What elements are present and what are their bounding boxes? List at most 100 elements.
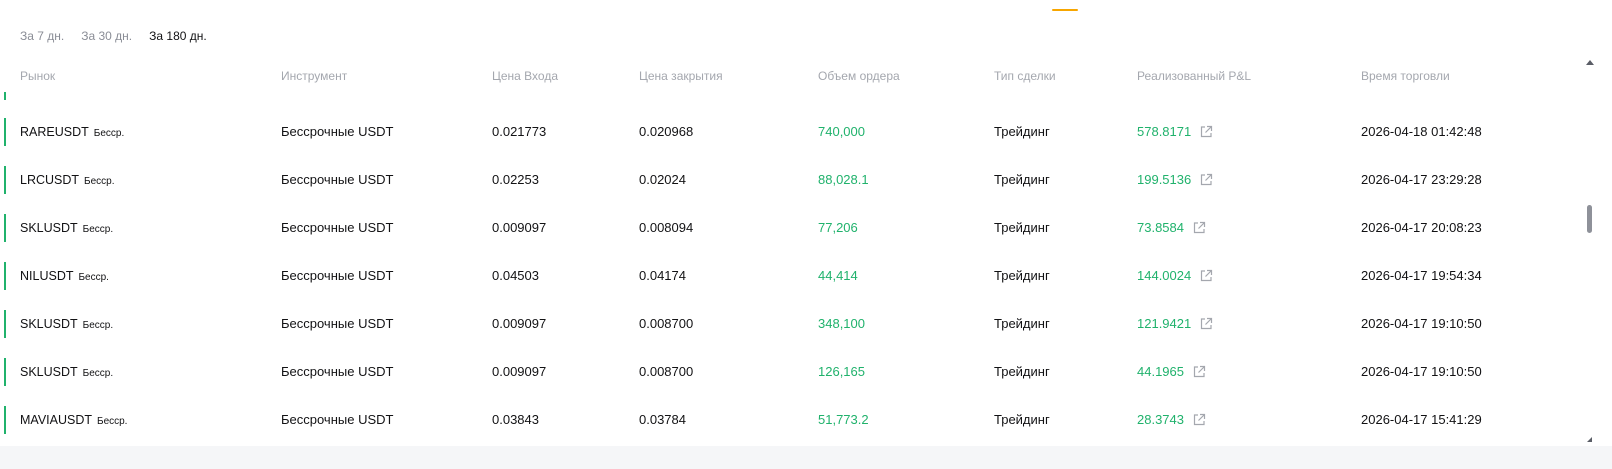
column-header-entry-price: Цена Входа [492, 69, 559, 83]
perpetual-badge: Бесср. [93, 128, 125, 139]
active-tab-indicator [1052, 9, 1078, 11]
external-link-icon[interactable] [1192, 221, 1206, 235]
trade-type-cell: Трейдинг [994, 220, 1050, 235]
trade-time-cell: 2026-04-17 20:08:23 [1361, 220, 1482, 235]
perpetual-badge: Бесср. [82, 224, 114, 235]
realized-pnl-cell: 121.9421 [1137, 316, 1213, 332]
tab-7-days[interactable]: За 7 дн. [20, 29, 64, 43]
perpetual-badge: Бесср. [97, 416, 128, 427]
entry-price-cell: 0.009097 [492, 364, 547, 379]
realized-pnl-cell: 28.3743 [1137, 412, 1206, 428]
order-volume-cell: 88,028.1 [818, 172, 869, 187]
entry-price-cell: 0.009097 [492, 220, 547, 235]
trade-type-cell: Трейдинг [994, 172, 1050, 187]
table-row[interactable]: LRCUSDT Бесср. Бессрочные USDT 0.02253 0.… [0, 156, 1590, 204]
external-link-icon[interactable] [1192, 365, 1206, 379]
close-price-cell: 0.02024 [639, 172, 686, 187]
realized-pnl-cell: 199.5136 [1137, 172, 1213, 188]
scroll-up-arrow-icon[interactable] [1586, 60, 1594, 65]
market-symbol: LRCUSDT [20, 173, 80, 187]
realized-pnl-cell: 44.1965 [1137, 364, 1206, 380]
realized-pnl-value: 44.1965 [1137, 364, 1184, 379]
vertical-scrollbar[interactable] [1586, 60, 1594, 444]
realized-pnl-value: 73.8584 [1137, 220, 1184, 235]
realized-pnl-cell: 144.0024 [1137, 268, 1213, 284]
trade-type-cell: Трейдинг [994, 124, 1050, 139]
entry-price-cell: 0.02253 [492, 172, 539, 187]
table-header: Рынок Инструмент Цена Входа Цена закрыти… [0, 69, 1590, 87]
entry-price-cell: 0.021773 [492, 124, 547, 139]
realized-pnl-value: 578.8171 [1137, 124, 1192, 139]
table-row[interactable]: RAREUSDT Бесср. Бессрочные USDT 0.021773 … [0, 108, 1590, 156]
external-link-icon[interactable] [1199, 173, 1213, 187]
market-cell: SKLUSDT Бесср. [20, 316, 113, 334]
trade-type-cell: Трейдинг [994, 268, 1050, 283]
column-header-realized-pnl: Реализованный P&L [1137, 69, 1252, 83]
close-price-cell: 0.04174 [639, 268, 686, 283]
instrument-cell: Бессрочные USDT [281, 412, 394, 427]
entry-price-cell: 0.03843 [492, 412, 539, 427]
table-row[interactable]: SKLUSDT Бесср. Бессрочные USDT 0.009097 0… [0, 204, 1590, 252]
column-header-trade-type: Тип сделки [994, 69, 1056, 83]
close-price-cell: 0.008700 [639, 364, 694, 379]
row-indicator-partial [4, 92, 6, 100]
perpetual-badge: Бесср. [82, 368, 114, 379]
table-row[interactable]: SKLUSDT Бесср. Бессрочные USDT 0.009097 0… [0, 348, 1590, 396]
trade-type-cell: Трейдинг [994, 412, 1050, 427]
column-header-instrument: Инструмент [281, 69, 348, 83]
external-link-icon[interactable] [1192, 413, 1206, 427]
realized-pnl-cell: 73.8584 [1137, 220, 1206, 236]
external-link-icon[interactable] [1199, 269, 1213, 283]
realized-pnl-value: 199.5136 [1137, 172, 1192, 187]
close-price-cell: 0.03784 [639, 412, 686, 427]
perpetual-badge: Бесср. [82, 320, 114, 331]
scroll-thumb[interactable] [1587, 205, 1592, 233]
instrument-cell: Бессрочные USDT [281, 316, 394, 331]
trade-type-cell: Трейдинг [994, 316, 1050, 331]
realized-pnl-cell: 578.8171 [1137, 124, 1213, 140]
realized-pnl-value: 28.3743 [1137, 412, 1184, 427]
realized-pnl-value: 144.0024 [1137, 268, 1192, 283]
trade-time-cell: 2026-04-17 19:10:50 [1361, 316, 1482, 331]
external-link-icon[interactable] [1199, 125, 1213, 139]
close-price-cell: 0.008094 [639, 220, 694, 235]
table-row[interactable]: MAVIAUSDT Бесср. Бессрочные USDT 0.03843 … [0, 396, 1590, 444]
instrument-cell: Бессрочные USDT [281, 220, 394, 235]
table-row[interactable]: NILUSDT Бесср. Бессрочные USDT 0.04503 0.… [0, 252, 1590, 300]
order-volume-cell: 126,165 [818, 364, 865, 379]
instrument-cell: Бессрочные USDT [281, 268, 394, 283]
tab-180-days[interactable]: За 180 дн. [149, 29, 207, 43]
trade-time-cell: 2026-04-17 15:41:29 [1361, 412, 1482, 427]
trade-time-cell: 2026-04-18 01:42:48 [1361, 124, 1482, 139]
column-header-trade-time: Время торговли [1361, 69, 1450, 83]
market-cell: NILUSDT Бесср. [20, 268, 109, 286]
entry-price-cell: 0.04503 [492, 268, 539, 283]
column-header-order-volume: Объем ордера [818, 69, 900, 83]
market-cell: SKLUSDT Бесср. [20, 220, 113, 238]
market-cell: SKLUSDT Бесср. [20, 364, 113, 382]
entry-price-cell: 0.009097 [492, 316, 547, 331]
market-symbol: SKLUSDT [20, 317, 78, 331]
period-tabs: За 7 дн. За 30 дн. За 180 дн. [20, 29, 224, 43]
trade-time-cell: 2026-04-17 23:29:28 [1361, 172, 1482, 187]
order-volume-cell: 740,000 [818, 124, 865, 139]
market-symbol: NILUSDT [20, 269, 74, 283]
market-cell: LRCUSDT Бесср. [20, 172, 115, 190]
instrument-cell: Бессрочные USDT [281, 172, 394, 187]
order-volume-cell: 348,100 [818, 316, 865, 331]
market-cell: RAREUSDT Бесср. [20, 124, 124, 142]
resize-corner-icon[interactable] [1587, 437, 1592, 442]
tab-30-days[interactable]: За 30 дн. [81, 29, 132, 43]
order-volume-cell: 77,206 [818, 220, 858, 235]
instrument-cell: Бессрочные USDT [281, 364, 394, 379]
realized-pnl-value: 121.9421 [1137, 316, 1192, 331]
perpetual-badge: Бесср. [84, 176, 115, 187]
table-row[interactable]: SKLUSDT Бесср. Бессрочные USDT 0.009097 0… [0, 300, 1590, 348]
trade-time-cell: 2026-04-17 19:10:50 [1361, 364, 1482, 379]
market-symbol: RAREUSDT [20, 125, 89, 139]
perpetual-badge: Бесср. [78, 272, 109, 283]
external-link-icon[interactable] [1199, 317, 1213, 331]
column-header-market: Рынок [20, 69, 56, 83]
trade-time-cell: 2026-04-17 19:54:34 [1361, 268, 1482, 283]
column-header-close-price: Цена закрытия [639, 69, 723, 83]
